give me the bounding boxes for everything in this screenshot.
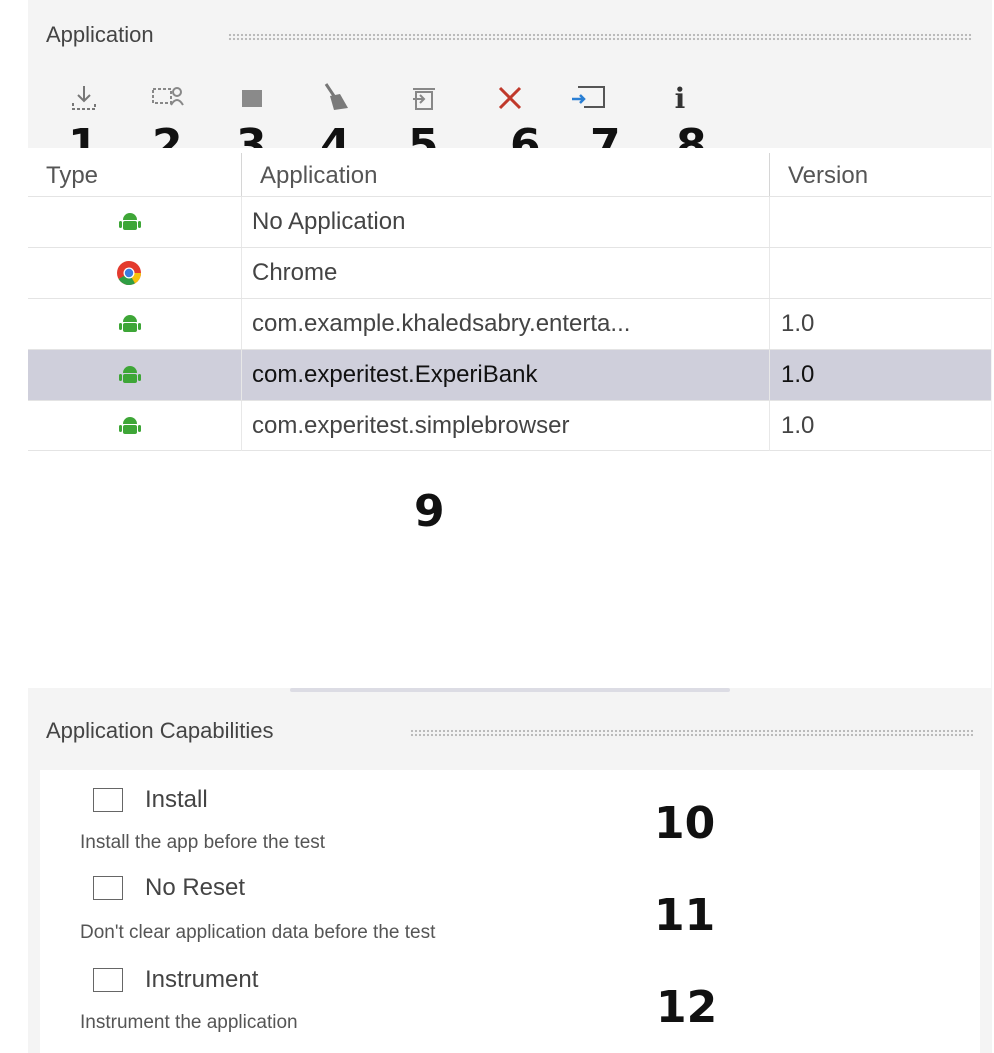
annotation-9: 9 [414, 486, 445, 537]
clear-brush-icon [324, 83, 348, 110]
install-icon [72, 86, 96, 110]
column-header-application[interactable]: Application [260, 148, 760, 196]
checkbox[interactable] [93, 876, 123, 900]
application-section-title: Application [46, 22, 154, 47]
launch-button[interactable] [570, 78, 610, 118]
no-reset-label: No Reset [145, 874, 246, 901]
application-toolbar: i [0, 78, 760, 118]
uninstall-icon [413, 88, 435, 110]
checkbox[interactable] [93, 788, 123, 812]
cell-divider [769, 299, 770, 349]
annotation-12: 12 [656, 982, 718, 1033]
install-button[interactable] [64, 78, 104, 118]
title-divider [410, 729, 973, 737]
version-cell [781, 197, 981, 247]
annotation-10: 10 [654, 798, 716, 849]
android-icon [119, 315, 141, 332]
launch-icon [572, 86, 605, 108]
cell-divider [769, 350, 770, 400]
annotation-11: 11 [654, 890, 716, 941]
column-header-type[interactable]: Type [46, 148, 246, 196]
type-cell [118, 401, 158, 451]
android-icon [119, 417, 141, 434]
application-cell: Chrome [252, 259, 338, 286]
type-cell [118, 350, 158, 400]
application-cell: No Application [252, 208, 406, 235]
device-user-icon [152, 87, 184, 106]
capabilities-section-title: Application Capabilities [46, 718, 274, 743]
cell-divider [769, 401, 770, 451]
cell-divider [241, 401, 242, 451]
table-row[interactable]: com.experitest.simplebrowser 1.0 [28, 400, 991, 451]
install-checkbox[interactable]: Install [93, 786, 208, 814]
instrument-description: Instrument the application [80, 1012, 298, 1033]
info-icon: i [674, 81, 686, 115]
info-button[interactable]: i [660, 78, 700, 118]
type-cell [118, 299, 158, 349]
column-separator [769, 153, 770, 196]
stop-button[interactable] [232, 78, 272, 118]
instrument-checkbox[interactable]: Instrument [93, 966, 258, 994]
no-reset-checkbox[interactable]: No Reset [93, 874, 245, 902]
column-header-version[interactable]: Version [788, 148, 978, 196]
delete-button[interactable] [490, 78, 530, 118]
table-row[interactable]: No Application [28, 196, 991, 247]
install-description: Install the app before the test [80, 832, 326, 853]
cell-divider [769, 197, 770, 247]
no-reset-description: Don't clear application data before the … [80, 922, 436, 943]
application-cell: com.experitest.ExperiBank [252, 361, 538, 388]
version-cell [781, 248, 981, 298]
checkbox[interactable] [93, 968, 123, 992]
version-cell: 1.0 [781, 310, 815, 337]
application-table: Type Application Version No Application [28, 148, 991, 688]
instrument-label: Instrument [145, 966, 259, 993]
chrome-icon [117, 261, 141, 286]
android-icon [119, 213, 141, 230]
cell-divider [241, 299, 242, 349]
uninstall-button[interactable] [404, 78, 444, 118]
clear-brush-button[interactable] [316, 78, 356, 118]
cell-divider [241, 350, 242, 400]
version-cell: 1.0 [781, 361, 815, 388]
table-row[interactable]: Chrome [28, 247, 991, 298]
version-cell: 1.0 [781, 412, 815, 439]
device-user-button[interactable] [148, 78, 188, 118]
column-separator [241, 153, 242, 196]
cell-divider [241, 248, 242, 298]
stop-icon [242, 90, 262, 107]
type-cell [116, 248, 156, 298]
application-cell: com.experitest.simplebrowser [252, 412, 570, 439]
install-label: Install [145, 786, 208, 813]
cell-divider [241, 197, 242, 247]
cell-divider [769, 248, 770, 298]
resize-splitter[interactable] [290, 688, 730, 692]
android-icon [119, 366, 141, 383]
type-cell [118, 197, 158, 247]
delete-icon [498, 86, 522, 110]
title-divider [228, 33, 973, 41]
table-row[interactable]: com.example.khaledsabry.enterta... 1.0 [28, 298, 991, 349]
application-cell: com.example.khaledsabry.enterta... [252, 310, 631, 337]
table-row-selected[interactable]: com.experitest.ExperiBank 1.0 [28, 349, 991, 400]
